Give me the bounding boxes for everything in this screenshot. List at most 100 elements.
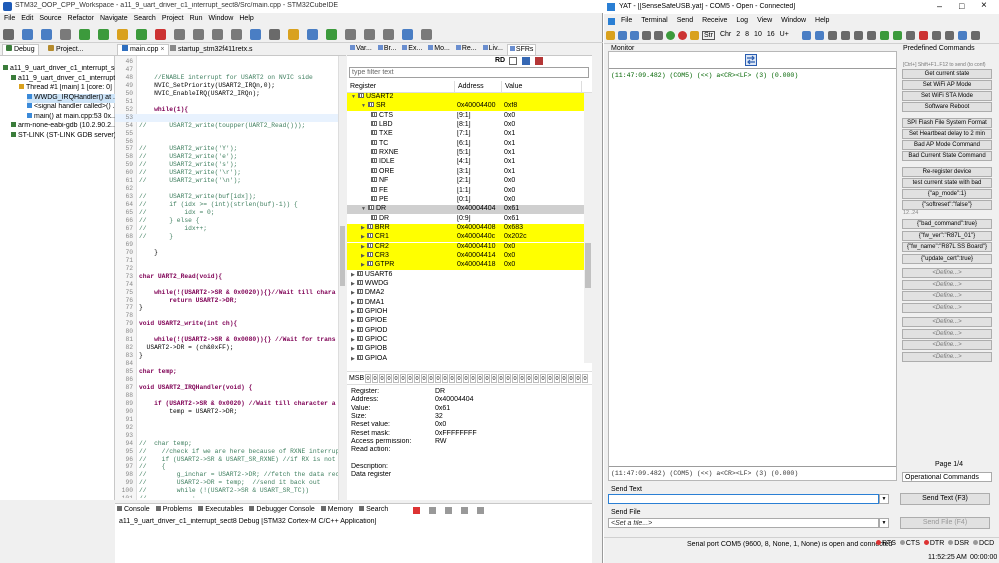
- col-address[interactable]: Address: [455, 81, 502, 93]
- sfr-row[interactable]: ▶ CR1 0x4000440c 0x202c: [347, 233, 584, 243]
- bit-cell[interactable]: 0: [498, 374, 504, 383]
- sfr-collapse-icon[interactable]: [522, 57, 530, 65]
- expand-arrow-icon[interactable]: ▶: [361, 234, 365, 240]
- predefined-command-button[interactable]: <Define...>: [902, 279, 992, 290]
- toolbar-tool-icon[interactable]: [79, 29, 90, 40]
- debug-tree-item[interactable]: main() at main.cpp:53 0x...: [27, 112, 115, 122]
- yat-tool-icon[interactable]: [958, 31, 967, 40]
- ide-menu-edit[interactable]: Edit: [21, 15, 33, 22]
- page-scrollbar[interactable]: [902, 462, 922, 469]
- send-file-dropdown[interactable]: ▼: [879, 518, 889, 528]
- sfr-row[interactable]: DR [0:9] 0x61: [347, 214, 584, 224]
- tab-startup[interactable]: startup_stm32f411retx.s: [170, 45, 253, 55]
- expand-arrow-icon[interactable]: ▼: [351, 94, 356, 100]
- bit-cell[interactable]: 0: [561, 374, 567, 383]
- yat-tool-icon[interactable]: [606, 31, 615, 40]
- yat-tool-icon[interactable]: [815, 31, 824, 40]
- console-tool-icon[interactable]: [461, 507, 468, 514]
- sfr-row[interactable]: TC [6:1] 0x1: [347, 139, 584, 149]
- sfr-row[interactable]: ▶ BRR 0x40004408 0x683: [347, 223, 584, 233]
- predefined-command-button[interactable]: {"bad_command":true}: [902, 219, 992, 229]
- toolbar-tool-icon[interactable]: [212, 29, 223, 40]
- yat-tool-icon[interactable]: [642, 31, 651, 40]
- toolbar-tool-icon[interactable]: [326, 29, 337, 40]
- expand-arrow-icon[interactable]: ▼: [361, 103, 366, 109]
- predefined-command-button[interactable]: {"fw_ver":"R87L_01"}: [902, 230, 992, 241]
- bit-cell[interactable]: 0: [442, 374, 448, 383]
- ide-menu-source[interactable]: Source: [39, 15, 61, 22]
- predefined-command-button[interactable]: Bad Current State Command: [902, 151, 992, 161]
- sfr-view-tab[interactable]: Br...: [376, 44, 398, 55]
- predefined-command-button[interactable]: Bad AP Mode Command: [902, 140, 992, 150]
- toolbar-tool-icon[interactable]: [421, 29, 432, 40]
- sfr-row[interactable]: ▶ GPIOH: [347, 308, 584, 317]
- console-tab[interactable]: Console: [117, 506, 150, 513]
- console-tab[interactable]: Debugger Console: [249, 506, 315, 513]
- sfr-row[interactable]: TXE [7:1] 0x1: [347, 130, 584, 139]
- close-icon[interactable]: ×: [160, 46, 164, 53]
- yat-tool-icon[interactable]: [828, 31, 837, 40]
- expand-arrow-icon[interactable]: ▶: [351, 290, 355, 296]
- radix-button[interactable]: Str: [702, 31, 715, 40]
- code-area[interactable]: 46 47 48 //ENABLE interrupt for USART2 on …: [115, 58, 338, 498]
- radix-button[interactable]: 8: [745, 31, 749, 40]
- sfr-view-tab[interactable]: Liv...: [481, 44, 505, 55]
- console-tab[interactable]: Memory: [320, 506, 353, 513]
- yat-tool-icon[interactable]: [906, 31, 915, 40]
- expand-arrow-icon[interactable]: ▶: [351, 272, 355, 278]
- bit-cell[interactable]: 0: [540, 374, 546, 383]
- radix-button[interactable]: 2: [736, 31, 740, 40]
- maximize-icon[interactable]: □: [959, 1, 964, 11]
- predefined-command-button[interactable]: <Define...>: [902, 302, 992, 313]
- sfr-row[interactable]: ▶ GPIOC: [347, 336, 584, 345]
- expand-arrow-icon[interactable]: ▶: [351, 309, 355, 315]
- sfr-view-tab[interactable]: Mo...: [426, 44, 452, 55]
- predefined-command-button[interactable]: <Define...>: [902, 340, 992, 350]
- predefined-command-button[interactable]: {"fw_name":"R87L SS Board"}: [902, 242, 992, 252]
- predefined-command-button[interactable]: {"ap_mode":1}: [902, 189, 992, 199]
- sfr-row[interactable]: ▶ WWDG: [347, 280, 584, 289]
- sfr-row[interactable]: IDLE [4:1] 0x1: [347, 158, 584, 167]
- expand-arrow-icon[interactable]: ▼: [361, 206, 366, 212]
- predefined-command-button[interactable]: test current state with bad: [902, 178, 992, 188]
- predefined-command-button[interactable]: SPI Flash File System Format: [902, 118, 992, 128]
- console-tab[interactable]: Problems: [155, 506, 192, 513]
- console-tool-icon[interactable]: [429, 507, 436, 514]
- expand-arrow-icon[interactable]: ▶: [351, 318, 355, 324]
- expand-arrow-icon[interactable]: ▶: [351, 328, 355, 334]
- bit-cell[interactable]: 0: [568, 374, 574, 383]
- tab-main-cpp[interactable]: main.cpp ×: [117, 44, 170, 55]
- send-text-dropdown[interactable]: ▼: [879, 494, 889, 504]
- sfr-row[interactable]: RXNE [5:1] 0x1: [347, 149, 584, 158]
- sfr-filter-icon[interactable]: [509, 57, 517, 65]
- sfr-row[interactable]: CTS [9:1] 0x0: [347, 111, 584, 121]
- yat-tool-icon[interactable]: [893, 31, 902, 40]
- bit-cell[interactable]: 0: [435, 374, 441, 383]
- col-register[interactable]: Register: [347, 81, 455, 93]
- bit-cell[interactable]: 0: [407, 374, 413, 383]
- bit-cell[interactable]: 0: [533, 374, 539, 383]
- toolbar-tool-icon[interactable]: [22, 29, 33, 40]
- ide-menu-file[interactable]: File: [4, 15, 15, 22]
- yat-tool-icon[interactable]: [678, 31, 687, 40]
- predefined-command-button[interactable]: Get current state: [902, 69, 992, 79]
- yat-tool-icon[interactable]: [802, 31, 811, 40]
- sfr-row[interactable]: ▶ GTPR 0x40004418 0x0: [347, 261, 584, 271]
- yat-menu-log[interactable]: Log: [736, 17, 748, 24]
- toolbar-tool-icon[interactable]: [307, 29, 318, 40]
- bit-cell[interactable]: 0: [505, 374, 511, 383]
- expand-arrow-icon[interactable]: ▶: [351, 356, 355, 362]
- expand-arrow-icon[interactable]: ▶: [361, 225, 365, 231]
- editor-scroll-thumb[interactable]: [340, 226, 345, 286]
- send-text-input[interactable]: [608, 494, 879, 504]
- console-tab[interactable]: Search: [359, 506, 388, 513]
- expand-arrow-icon[interactable]: ▶: [361, 262, 365, 268]
- expand-arrow-icon[interactable]: ▶: [351, 281, 355, 287]
- sfr-row[interactable]: ▶ USART6: [347, 270, 584, 280]
- sfr-row[interactable]: ▶ GPIOE: [347, 317, 584, 326]
- console-tool-icon[interactable]: [477, 507, 484, 514]
- predefined-command-button[interactable]: Set WiFi AP Mode: [902, 80, 992, 90]
- toolbar-tool-icon[interactable]: [231, 29, 242, 40]
- sfr-view-tab[interactable]: Var...: [348, 44, 374, 55]
- bit-cell[interactable]: 0: [484, 374, 490, 383]
